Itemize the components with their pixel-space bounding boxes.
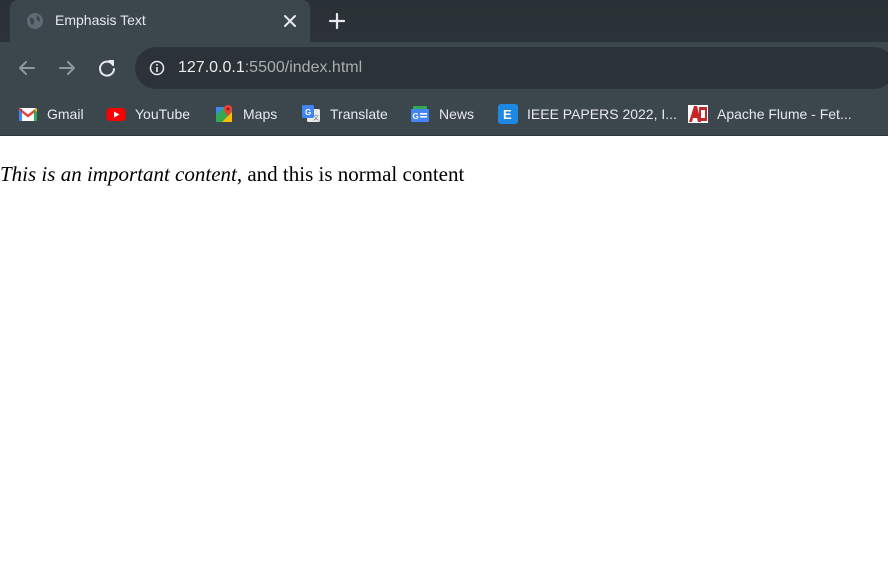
svg-text:文: 文 [313, 114, 319, 122]
gmail-icon [18, 108, 38, 121]
news-icon: G [411, 106, 429, 122]
url-text[interactable]: 127.0.0.1:5500/index.html [178, 59, 362, 77]
tab-title: Emphasis Text [55, 12, 146, 28]
tab-strip: Emphasis Text [0, 0, 888, 42]
globe-icon [27, 13, 43, 29]
page-content: This is an important content, and this i… [0, 136, 888, 580]
bookmark-news[interactable]: G News [410, 102, 474, 126]
site-info-icon[interactable] [149, 60, 165, 76]
new-tab-plus-icon[interactable] [327, 11, 347, 31]
svg-text:G: G [305, 108, 311, 117]
bookmark-label: News [439, 106, 475, 122]
youtube-icon [106, 108, 126, 121]
forward-arrow-icon[interactable] [56, 57, 78, 79]
emphasis-text: This is an important content [0, 162, 237, 186]
svg-text:G: G [413, 112, 419, 121]
back-arrow-icon[interactable] [16, 57, 38, 79]
bookmark-translate[interactable]: G 文 Translate [301, 102, 388, 126]
bookmark-label: Translate [330, 106, 388, 122]
address-bar[interactable]: 127.0.0.1:5500/index.html [135, 47, 888, 89]
bookmark-label: Apache Flume - Fet... [717, 106, 852, 122]
reload-icon[interactable] [96, 57, 118, 79]
browser-window: Emphasis Text 127.0.0.1:5500/index.html … [0, 0, 888, 580]
url-host: 127.0.0.1 [178, 59, 245, 76]
svg-text:E: E [503, 107, 512, 122]
content-paragraph: This is an important content, and this i… [0, 162, 464, 187]
apache-flume-icon [688, 105, 708, 123]
translate-icon: G 文 [302, 105, 320, 122]
bookmark-label: YouTube [135, 106, 191, 122]
maps-icon [216, 105, 232, 122]
bookmark-maps[interactable]: Maps [214, 102, 277, 126]
bookmark-youtube[interactable]: YouTube [106, 102, 190, 126]
toolbar: 127.0.0.1:5500/index.html [0, 42, 888, 94]
bookmark-gmail[interactable]: Gmail [18, 102, 84, 126]
normal-text: , and this is normal content [236, 162, 465, 186]
bookmark-apache-flume[interactable]: Apache Flume - Fet... [688, 102, 852, 126]
ieee-icon: E [498, 104, 518, 124]
close-icon[interactable] [281, 12, 299, 30]
bookmark-ieee[interactable]: E IEEE PAPERS 2022, I... [498, 102, 677, 126]
bookmarks-bar: Gmail YouTube Maps G 文 Translate G News … [0, 94, 888, 136]
bookmark-label: Maps [243, 106, 278, 122]
bookmark-label: IEEE PAPERS 2022, I... [527, 106, 677, 122]
tab-emphasis-text[interactable]: Emphasis Text [10, 0, 310, 42]
url-path: :5500/index.html [244, 59, 363, 76]
bookmark-label: Gmail [47, 106, 84, 122]
